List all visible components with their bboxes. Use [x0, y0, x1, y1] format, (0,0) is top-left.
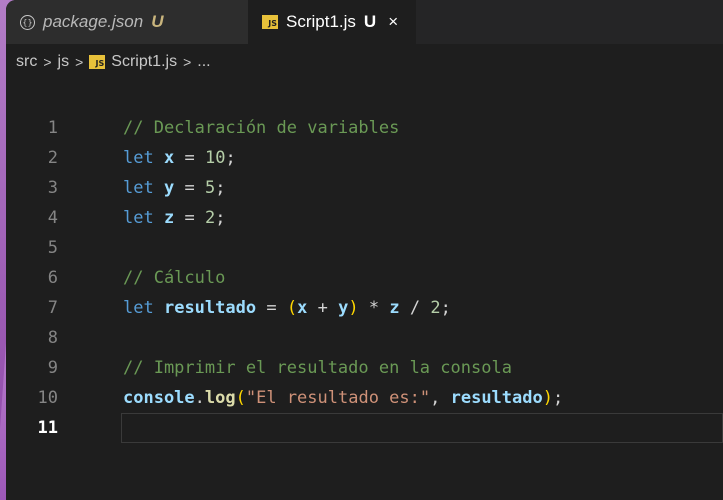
code-line[interactable]: 10 console.log("El resultado es:", result… — [6, 383, 723, 413]
line-number: 9 — [47, 358, 58, 378]
line-number: 6 — [47, 268, 58, 288]
line-number: 1 — [47, 118, 58, 138]
code-line[interactable]: 3 let y = 5; — [6, 173, 723, 203]
tab-script1-js[interactable]: JS Script1.js U × — [248, 0, 417, 44]
editor-window: {} package.json U JS Script1.js U × src … — [6, 0, 723, 500]
line-number: 4 — [47, 208, 58, 228]
line-number: 5 — [47, 238, 58, 258]
code-line[interactable]: 11 — [6, 413, 723, 443]
js-file-icon: JS — [89, 55, 106, 69]
code-text[interactable]: console.log("El resultado es:", resultad… — [123, 388, 563, 408]
line-number: 2 — [47, 148, 58, 168]
code-text[interactable]: // Imprimir el resultado en la consola — [123, 358, 512, 378]
tab-bar: {} package.json U JS Script1.js U × — [6, 0, 723, 44]
code-line[interactable]: 5 — [6, 233, 723, 263]
code-line[interactable]: 4 let z = 2; — [6, 203, 723, 233]
breadcrumb: src > js > JS Script1.js > ... — [6, 44, 723, 80]
code-text[interactable]: let y = 5; — [123, 178, 225, 198]
chevron-right-icon: > — [75, 54, 84, 70]
breadcrumb-item-src[interactable]: src — [16, 53, 37, 71]
line-number: 10 — [37, 388, 58, 408]
git-status-badge: U — [363, 12, 377, 31]
code-line[interactable]: 8 — [6, 323, 723, 353]
code-line[interactable]: 9 // Imprimir el resultado en la consola — [6, 353, 723, 383]
code-text[interactable]: // Cálculo — [123, 268, 225, 288]
line-number: 7 — [47, 298, 58, 318]
code-text[interactable]: let x = 10; — [123, 148, 236, 168]
breadcrumb-item-file[interactable]: Script1.js — [111, 53, 177, 71]
code-line[interactable]: 2 let x = 10; — [6, 143, 723, 173]
tab-package-json[interactable]: {} package.json U — [6, 0, 248, 44]
js-file-icon: JS — [262, 15, 278, 29]
git-status-badge: U — [151, 12, 164, 31]
tab-label: package.json — [43, 12, 144, 31]
code-line[interactable]: 6 // Cálculo — [6, 263, 723, 293]
code-text[interactable]: let resultado = (x + y) * z / 2; — [123, 298, 451, 318]
line-number: 8 — [47, 328, 58, 348]
code-text[interactable]: let z = 2; — [123, 208, 225, 228]
chevron-right-icon: > — [43, 54, 52, 70]
code-editor[interactable]: 1 // Declaración de variables 2 let x = 10;… — [6, 112, 723, 500]
line-number: 3 — [47, 178, 58, 198]
code-line[interactable]: 7 let resultado = (x + y) * z / 2; — [6, 293, 723, 323]
breadcrumb-item-js[interactable]: js — [58, 53, 70, 71]
line-number: 11 — [37, 418, 58, 438]
code-line[interactable]: 1 // Declaración de variables — [6, 113, 723, 143]
tab-label: Script1.js — [286, 12, 356, 31]
breadcrumb-item-symbols[interactable]: ... — [197, 53, 210, 71]
code-text[interactable]: // Declaración de variables — [123, 118, 399, 138]
current-line-highlight — [121, 413, 723, 443]
json-file-icon: {} — [20, 14, 35, 30]
close-icon[interactable]: × — [388, 12, 398, 32]
chevron-right-icon: > — [183, 54, 192, 70]
